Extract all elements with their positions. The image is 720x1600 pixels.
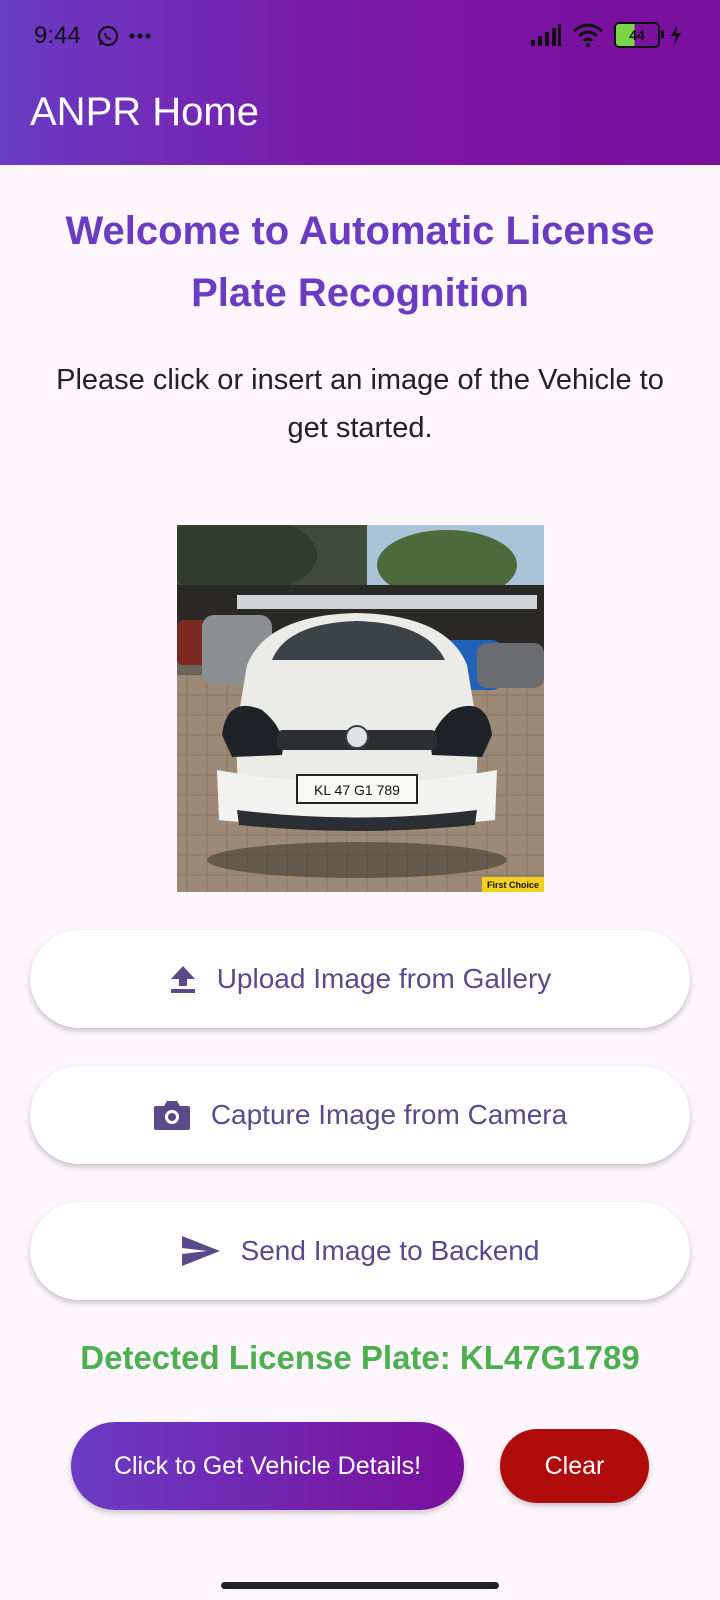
wifi-icon xyxy=(573,23,603,47)
signal-icon xyxy=(531,24,561,46)
watermark-text: First Choice xyxy=(487,880,539,890)
capture-camera-button[interactable]: Capture Image from Camera xyxy=(30,1066,690,1164)
welcome-heading: Welcome to Automatic License Plate Recog… xyxy=(65,209,655,315)
page-title: ANPR Home xyxy=(30,90,259,134)
camera-button-label: Capture Image from Camera xyxy=(210,1099,568,1130)
upload-button-label: Upload Image from Gallery xyxy=(216,963,552,994)
vehicle-image: KL 47 G1 789 First Choice xyxy=(177,525,544,892)
gesture-nav-handle[interactable] xyxy=(221,1582,499,1589)
send-button-label: Send Image to Backend xyxy=(240,1235,540,1266)
upload-gallery-button[interactable]: Upload Image from Gallery xyxy=(30,930,690,1028)
instruction-text: Please click or insert an image of the V… xyxy=(56,364,664,444)
plate-label: KL 47 G1 789 xyxy=(314,782,400,798)
whatsapp-icon xyxy=(98,26,118,46)
detected-plate-text: Detected License Plate: KL47G1789 xyxy=(80,1339,640,1376)
details-button-label: Click to Get Vehicle Details! xyxy=(113,1451,422,1480)
send-icon xyxy=(181,1236,220,1266)
more-dots-icon xyxy=(129,33,151,39)
charging-icon xyxy=(671,25,681,45)
clear-button[interactable]: Clear xyxy=(500,1429,649,1503)
battery-icon: 44 xyxy=(614,22,664,48)
upload-icon xyxy=(170,966,195,993)
send-backend-button[interactable]: Send Image to Backend xyxy=(30,1202,690,1300)
get-vehicle-details-button[interactable]: Click to Get Vehicle Details! xyxy=(71,1422,464,1510)
camera-icon xyxy=(153,1101,190,1130)
battery-level: 44 xyxy=(629,27,645,43)
status-time: 9:44 xyxy=(34,22,81,49)
status-bar: 9:44 44 xyxy=(0,0,720,72)
clear-button-label: Clear xyxy=(544,1451,605,1480)
app-bar: 9:44 44 ANPR Home xyxy=(0,0,720,165)
